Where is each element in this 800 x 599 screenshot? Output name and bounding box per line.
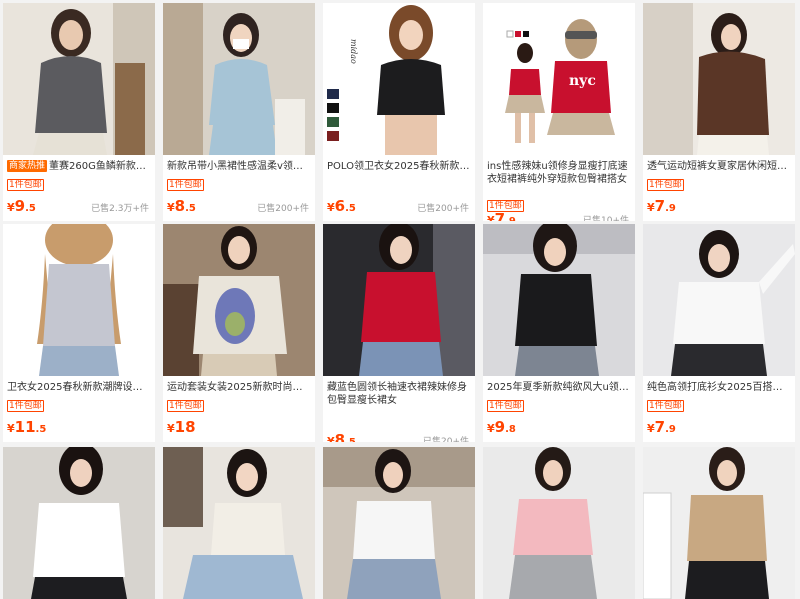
- product-title[interactable]: 卫衣女2025春秋新款潮牌设计...: [7, 381, 151, 394]
- product-image[interactable]: [483, 224, 635, 376]
- product-price: ¥7.9: [647, 197, 676, 215]
- product-price: ¥18: [167, 418, 196, 436]
- product-title[interactable]: 藏蓝色圆领长袖速衣裙辣妹修身包臀显瘦长裙女: [327, 381, 471, 407]
- promo-badge: 1件包邮: [487, 400, 524, 412]
- product-card[interactable]: 商家热推董赛260G鱼鳞新款宽松... 1件包邮 ¥9.5 已售2.3万+件: [3, 3, 155, 221]
- product-card[interactable]: [483, 447, 635, 599]
- product-title[interactable]: 商家热推董赛260G鱼鳞新款宽松...: [7, 160, 151, 173]
- promo-badge: 1件包邮: [7, 400, 44, 412]
- product-image[interactable]: [483, 447, 635, 599]
- product-image[interactable]: [643, 224, 795, 376]
- sold-count: 已售20+件: [423, 437, 469, 442]
- product-image[interactable]: [323, 224, 475, 376]
- product-card[interactable]: nyc ins性感辣妹u领修身显瘦打底速衣短裙裤纯外穿短款包臀裙搭女装搭 1件包…: [483, 3, 635, 221]
- product-image[interactable]: [643, 3, 795, 155]
- product-card[interactable]: [163, 447, 315, 599]
- product-card[interactable]: 新款吊带小黑裙性感温柔v领打... 1件包邮 ¥8.5 已售200+件: [163, 3, 315, 221]
- promo-badge: 1件包邮: [647, 400, 684, 412]
- product-image[interactable]: [163, 224, 315, 376]
- brand-tag: 商家热推: [7, 160, 48, 172]
- product-title[interactable]: 纯色高领打底衫女2025百搭韩...: [647, 381, 791, 394]
- product-image[interactable]: [323, 447, 475, 599]
- product-card[interactable]: [643, 447, 795, 599]
- product-title[interactable]: 新款吊带小黑裙性感温柔v领打...: [167, 160, 311, 173]
- product-price: ¥7.9: [647, 418, 676, 436]
- promo-badge: 1件包邮: [647, 179, 684, 191]
- product-price: ¥7.9: [487, 210, 516, 221]
- product-title[interactable]: 运动套装女装2025新款时尚套...: [167, 381, 311, 394]
- promo-badge: 1件包邮: [167, 400, 204, 412]
- watermark-text: midao: [349, 39, 358, 64]
- product-price: ¥11.5: [7, 418, 47, 436]
- product-image[interactable]: [3, 224, 155, 376]
- product-title[interactable]: ins性感辣妹u领修身显瘦打底速衣短裙裤纯外穿短款包臀裙搭女装搭: [487, 160, 631, 186]
- product-card[interactable]: 运动套装女装2025新款时尚套... 1件包邮 ¥18: [163, 224, 315, 442]
- product-card[interactable]: midao POLO领卫衣女2025春秋新款拼... ¥6.5 已售200+件: [323, 3, 475, 221]
- sold-count: 已售10+件: [583, 216, 629, 221]
- product-image[interactable]: [163, 3, 315, 155]
- product-card[interactable]: 藏蓝色圆领长袖速衣裙辣妹修身包臀显瘦长裙女 ¥8.5 已售20+件: [323, 224, 475, 442]
- product-grid: 商家热推董赛260G鱼鳞新款宽松... 1件包邮 ¥9.5 已售2.3万+件 新…: [0, 0, 800, 599]
- product-price: ¥8.5: [167, 197, 196, 215]
- product-price: ¥9.5: [7, 197, 36, 215]
- sold-count: 已售200+件: [257, 204, 309, 214]
- product-card[interactable]: [3, 447, 155, 599]
- product-title[interactable]: POLO领卫衣女2025春秋新款拼...: [327, 160, 471, 173]
- promo-badge: 1件包邮: [7, 179, 44, 191]
- product-image[interactable]: nyc: [483, 3, 635, 155]
- product-card[interactable]: [323, 447, 475, 599]
- product-image[interactable]: midao: [323, 3, 475, 155]
- product-card[interactable]: 卫衣女2025春秋新款潮牌设计... 1件包邮 ¥11.5: [3, 224, 155, 442]
- promo-badge: 1件包邮: [167, 179, 204, 191]
- product-image[interactable]: [3, 447, 155, 599]
- product-title[interactable]: 2025年夏季新款纯欲风大u领辣...: [487, 381, 631, 394]
- product-card[interactable]: 透气运动短裤女夏家居休闲短裤... 1件包邮 ¥7.9: [643, 3, 795, 221]
- product-image[interactable]: [643, 447, 795, 599]
- product-price: ¥9.8: [487, 418, 516, 436]
- product-price: ¥6.5: [327, 197, 356, 215]
- product-image[interactable]: [163, 447, 315, 599]
- tshirt-print-text: nyc: [569, 73, 596, 89]
- product-title[interactable]: 透气运动短裤女夏家居休闲短裤...: [647, 160, 791, 173]
- product-card[interactable]: 纯色高领打底衫女2025百搭韩... 1件包邮 ¥7.9: [643, 224, 795, 442]
- product-card[interactable]: 2025年夏季新款纯欲风大u领辣... 1件包邮 ¥9.8: [483, 224, 635, 442]
- product-price: ¥8.5: [327, 431, 356, 442]
- product-image[interactable]: [3, 3, 155, 155]
- sold-count: 已售2.3万+件: [91, 204, 149, 214]
- sold-count: 已售200+件: [417, 204, 469, 214]
